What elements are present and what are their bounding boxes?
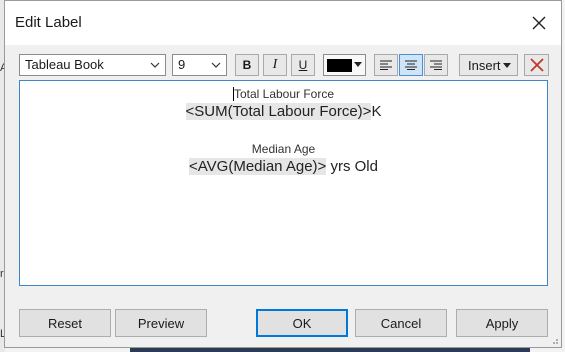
reset-button[interactable]: Reset (19, 309, 111, 337)
label-text-editor[interactable]: Total Labour Force <SUM(Total Labour For… (19, 80, 548, 286)
close-button[interactable] (527, 11, 551, 35)
ok-label: OK (292, 315, 312, 331)
align-right-icon (430, 60, 442, 70)
format-toolbar: Tableau Book 9 B I U Insert (19, 54, 549, 78)
field-avg-median-age: <AVG(Median Age)> (189, 158, 327, 175)
close-icon (532, 16, 546, 30)
underline-label: U (298, 58, 308, 72)
ok-button[interactable]: OK (256, 309, 348, 337)
align-left-icon (380, 60, 392, 70)
label-text-labour-force: Total Labour Force (233, 87, 335, 101)
editor-line: Total Labour Force (20, 87, 547, 101)
align-center-button[interactable] (399, 54, 423, 76)
edit-label-dialog: Edit Label Tableau Book 9 B I U Insert T… (4, 0, 562, 348)
font-family-value: Tableau Book (25, 57, 104, 72)
preview-label: Preview (137, 315, 185, 331)
apply-button[interactable]: Apply (456, 309, 548, 337)
caret-down-icon (503, 63, 511, 68)
clear-formatting-button[interactable] (524, 54, 549, 76)
editor-line: <SUM(Total Labour Force)>K (20, 103, 547, 120)
cancel-label: Cancel (380, 315, 422, 331)
align-center-icon (405, 60, 417, 70)
red-x-icon (529, 58, 544, 72)
suffix-text: yrs Old (326, 158, 378, 175)
reset-label: Reset (48, 315, 82, 331)
title-bar: Edit Label (5, 1, 561, 45)
color-swatch (327, 59, 352, 72)
preview-button[interactable]: Preview (115, 309, 207, 337)
dialog-title: Edit Label (15, 14, 82, 31)
italic-button[interactable]: I (263, 54, 287, 76)
suffix-text: K (371, 103, 382, 120)
underline-button[interactable]: U (291, 54, 315, 76)
insert-label: Insert (468, 58, 501, 73)
chevron-down-icon (150, 62, 160, 68)
insert-button[interactable]: Insert (459, 54, 518, 76)
text-color-button[interactable] (323, 54, 366, 76)
font-family-select[interactable]: Tableau Book (19, 54, 166, 76)
font-size-value: 9 (178, 57, 186, 72)
editor-line: Median Age (20, 142, 547, 156)
italic-label: I (272, 57, 278, 72)
resize-grip-icon[interactable] (549, 335, 559, 345)
editor-line: <AVG(Median Age)> yrs Old (20, 158, 547, 175)
label-text-median-age: Median Age (251, 142, 316, 156)
align-left-button[interactable] (374, 54, 398, 76)
chevron-down-icon (211, 62, 221, 68)
cancel-button[interactable]: Cancel (355, 309, 447, 337)
font-size-select[interactable]: 9 (172, 54, 227, 76)
field-sum-total-labour-force: <SUM(Total Labour Force)> (185, 103, 372, 120)
caret-down-icon (354, 62, 362, 67)
bold-button[interactable]: B (235, 54, 259, 76)
bold-label: B (242, 58, 252, 72)
align-right-button[interactable] (424, 54, 448, 76)
apply-label: Apply (485, 315, 519, 331)
